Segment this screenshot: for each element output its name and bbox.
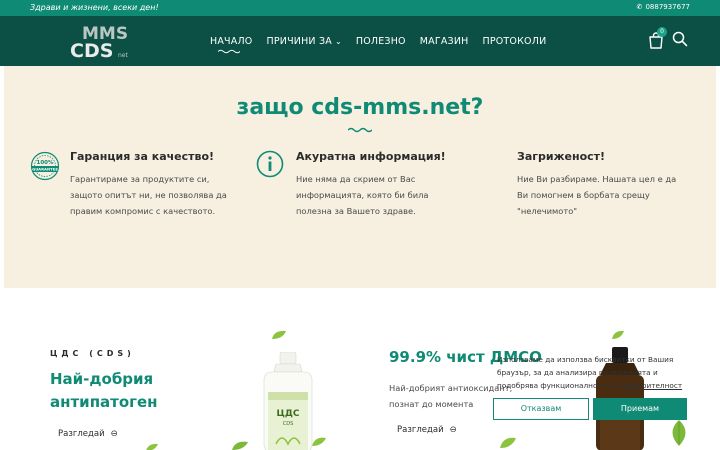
guarantee-badge-icon: 100% GUARANTEE (30, 151, 60, 181)
badge-percent-text: 100% (37, 160, 54, 166)
product-cds-title: Най-добрия антипатоген (50, 370, 158, 411)
cart-button[interactable]: 0 (648, 27, 667, 49)
bottle-cds-label: ЦДС (277, 409, 300, 419)
bottle-cds-sublabel: CDS (283, 421, 294, 427)
nav-item-reasons[interactable]: ПРИЧИНИ ЗА ⌄ (266, 36, 341, 47)
leaf-icon (272, 330, 286, 339)
arrow-right-icon: ⊖ (110, 429, 118, 439)
cookie-accept-button[interactable]: Приемам (593, 398, 687, 420)
feature-information-title: Акуратна информация! (296, 150, 446, 163)
feature-care: Загриженост! Ние Ви разбираме. Нашата це… (517, 150, 687, 219)
active-squiggle-icon (218, 49, 240, 53)
logo-text-bottom: CDS (70, 40, 113, 62)
nav-item-shop[interactable]: МАГАЗИН (420, 36, 469, 47)
tagline: Здрави и жизнени, всеки ден! (30, 3, 159, 12)
search-button[interactable] (672, 31, 688, 51)
feature-care-title: Загриженост! (517, 150, 606, 163)
site-logo[interactable]: MMS CDS net (68, 20, 134, 62)
main-header: MMS CDS net НАЧАЛО ПРИЧИНИ ЗА ⌄ ПОЛЕЗНО М… (0, 16, 720, 66)
nav-item-home[interactable]: НАЧАЛО (210, 35, 253, 53)
view-cds-label: Разгледай (58, 429, 105, 439)
leaf-icon (612, 330, 624, 339)
logo-graphic: MMS CDS net (70, 24, 128, 62)
view-dmso-label: Разгледай (397, 425, 444, 435)
view-cds-button[interactable]: Разгледай ⊖ (58, 429, 118, 439)
arrow-right-icon: ⊖ (449, 425, 457, 435)
nav-protocols-label: ПРОТОКОЛИ (482, 35, 547, 47)
why-title: защо cds-mms.net? (236, 95, 484, 120)
cookie-consent-text: Използваме да използва бисквитки от Ваши… (497, 353, 697, 392)
badge-guarantee-text: GUARANTEE (32, 167, 58, 172)
product-cds-label: ЦДС (CDS) (50, 349, 135, 358)
leaf-icon (232, 441, 248, 450)
nav-item-protocols[interactable]: ПРОТОКОЛИ (482, 36, 546, 47)
phone-icon: ✆ (636, 3, 643, 11)
chevron-down-icon: ⌄ (334, 36, 342, 46)
title-squiggle-icon (348, 127, 372, 133)
leaf-icon (672, 420, 686, 446)
main-nav: НАЧАЛО ПРИЧИНИ ЗА ⌄ ПОЛЕЗНО МАГАЗИН ПРОТО… (210, 16, 560, 66)
nav-item-useful[interactable]: ПОЛЕЗНО (356, 36, 406, 47)
top-bar: Здрави и жизнени, всеки ден! ✆ 0887937677 (0, 0, 720, 16)
logo-suffix: net (118, 52, 128, 59)
feature-quality-title: Гаранция за качество! (70, 150, 215, 163)
section-wave-divider (4, 268, 716, 287)
phone-link[interactable]: ✆ 0887937677 (637, 3, 690, 11)
feature-information-text: Ние няма да скрием от Вас информацията, … (296, 174, 429, 216)
nav-useful-label: ПОЛЕЗНО (355, 35, 406, 47)
leaf-icon (146, 443, 158, 450)
view-dmso-button[interactable]: Разгледай ⊖ (397, 425, 457, 435)
privacy-link[interactable]: поверителност (624, 381, 682, 390)
phone-number: 0887937677 (645, 3, 690, 11)
info-icon (256, 150, 284, 178)
nav-home-label: НАЧАЛО (210, 35, 253, 47)
search-icon (672, 31, 688, 47)
feature-quality-text: Гарантираме за продуктите си, защото опи… (70, 174, 227, 216)
leaf-icon (500, 437, 516, 448)
nav-reasons-label: ПРИЧИНИ ЗА (266, 35, 332, 47)
feature-information: Акуратна информация! Ние няма да скрием … (296, 150, 466, 219)
cds-bottle-image: ЦДС CDS (263, 352, 313, 450)
nav-shop-label: МАГАЗИН (419, 35, 469, 47)
cookie-decline-button[interactable]: Отказвам (493, 398, 589, 420)
feature-care-text: Ние Ви разбираме. Нашата цел е да Ви пом… (517, 174, 677, 216)
feature-quality: Гаранция за качество! Гарантираме за про… (70, 150, 240, 219)
cart-count-badge: 0 (657, 27, 667, 37)
